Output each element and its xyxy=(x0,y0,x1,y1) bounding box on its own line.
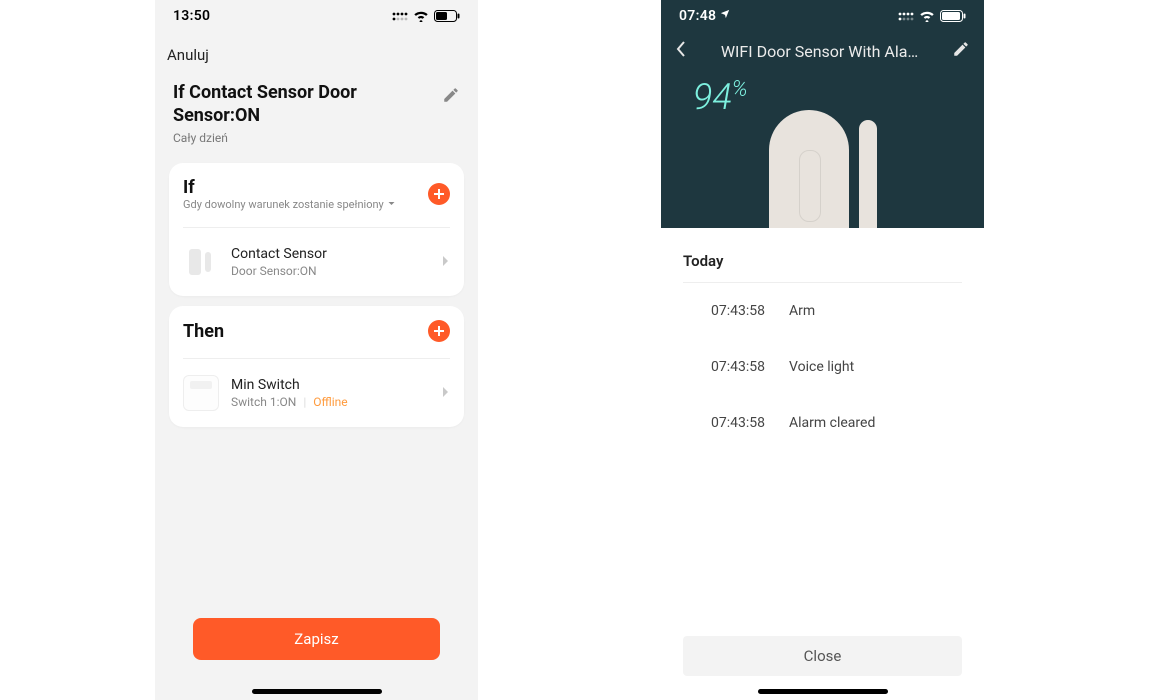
log-item[interactable]: 07:43:58 Alarm cleared xyxy=(683,395,962,451)
log-today-label: Today xyxy=(683,252,962,283)
battery-icon xyxy=(434,10,460,22)
status-indicators xyxy=(898,10,966,22)
sensor-header-panel: 07:48 WIFI Door Sensor W xyxy=(661,0,984,228)
if-card: If Gdy dowolny warunek zostanie spełnion… xyxy=(169,163,464,296)
wifi-icon xyxy=(413,10,429,22)
then-header: Then xyxy=(183,320,450,348)
automation-phone: 13:50 Anuluj If Contact Sensor Door Sens… xyxy=(155,0,478,700)
battery-percent-value: 94 xyxy=(693,76,732,118)
log-item[interactable]: 07:43:58 Arm xyxy=(683,283,962,339)
then-card: Then Min Switch Switch 1:ON | Offline xyxy=(169,306,464,427)
if-title: If xyxy=(183,177,396,198)
signal-icon xyxy=(898,11,914,21)
add-action-button[interactable] xyxy=(428,320,450,342)
chevron-right-icon xyxy=(440,253,450,272)
chevron-right-icon xyxy=(440,384,450,403)
automation-title: If Contact Sensor Door Sensor:ON xyxy=(173,82,432,127)
log-event: Alarm cleared xyxy=(789,415,875,431)
back-button[interactable] xyxy=(675,40,687,62)
battery-percent: 94% xyxy=(661,70,984,124)
log-time: 07:43:58 xyxy=(711,303,773,319)
edit-icon[interactable] xyxy=(442,86,460,108)
cancel-button[interactable]: Anuluj xyxy=(155,32,478,70)
if-subtitle-text: Gdy dowolny warunek zostanie spełniony xyxy=(183,198,384,211)
signal-icon xyxy=(392,11,408,21)
close-button[interactable]: Close xyxy=(683,636,962,676)
edit-icon[interactable] xyxy=(952,40,970,62)
status-bar: 13:50 xyxy=(155,0,478,32)
then-action-item[interactable]: Min Switch Switch 1:ON | Offline xyxy=(183,359,450,427)
if-header: If Gdy dowolny warunek zostanie spełnion… xyxy=(183,177,450,217)
status-time: 13:50 xyxy=(173,8,210,24)
sensor-nav: WIFI Door Sensor With Ala… xyxy=(661,32,984,70)
status-indicators xyxy=(392,10,460,22)
log-time: 07:43:58 xyxy=(711,359,773,375)
automation-title-row: If Contact Sensor Door Sensor:ON xyxy=(155,70,478,129)
wifi-icon xyxy=(919,10,935,22)
location-icon xyxy=(720,8,730,24)
log-event: Arm xyxy=(789,303,815,319)
action-sub: Switch 1:ON | Offline xyxy=(231,395,428,409)
door-sensor-icon xyxy=(183,244,219,280)
log-event: Voice light xyxy=(789,359,854,375)
if-condition-mode[interactable]: Gdy dowolny warunek zostanie spełniony xyxy=(183,198,396,211)
automation-subtitle: Cały dzień xyxy=(155,129,478,153)
action-status: Offline xyxy=(313,395,347,409)
action-name: Min Switch xyxy=(231,377,428,393)
condition-name: Contact Sensor xyxy=(231,246,428,262)
action-sub-text: Switch 1:ON xyxy=(231,395,296,409)
battery-icon xyxy=(940,10,966,22)
log-time: 07:43:58 xyxy=(711,415,773,431)
home-indicator xyxy=(252,689,382,694)
then-title: Then xyxy=(183,321,224,342)
door-sensor-illustration xyxy=(769,110,877,228)
switch-device-icon xyxy=(183,375,219,411)
separator: | xyxy=(303,395,306,409)
status-time: 07:48 xyxy=(679,8,716,24)
status-bar: 07:48 xyxy=(661,0,984,32)
chevron-down-icon xyxy=(387,198,396,211)
sensor-phone: 07:48 WIFI Door Sensor W xyxy=(661,0,984,700)
status-time-wrap: 07:48 xyxy=(679,8,730,24)
home-indicator xyxy=(758,689,888,694)
add-condition-button[interactable] xyxy=(428,183,450,205)
if-condition-item[interactable]: Contact Sensor Door Sensor:ON xyxy=(183,228,450,296)
condition-sub: Door Sensor:ON xyxy=(231,264,428,278)
event-log-panel: Today 07:43:58 Arm 07:43:58 Voice light … xyxy=(661,228,984,451)
sensor-title: WIFI Door Sensor With Ala… xyxy=(695,42,944,61)
log-item[interactable]: 07:43:58 Voice light xyxy=(683,339,962,395)
save-button[interactable]: Zapisz xyxy=(193,618,440,660)
